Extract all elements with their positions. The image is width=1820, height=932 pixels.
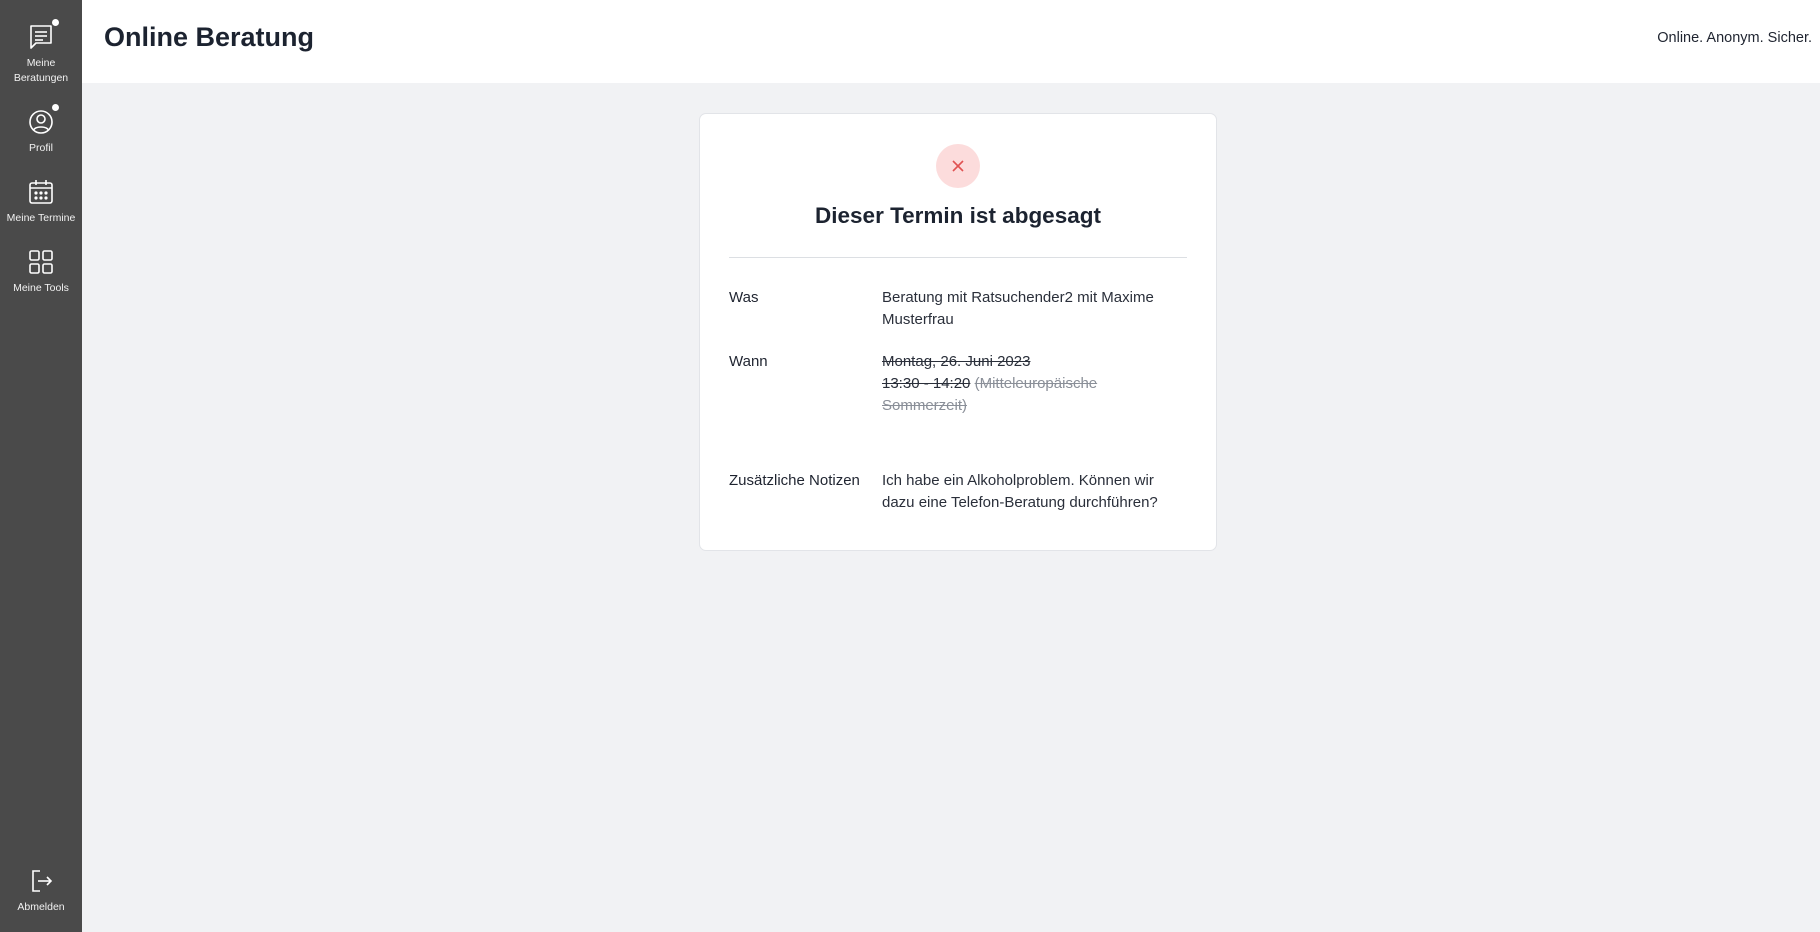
notification-dot bbox=[52, 104, 59, 111]
sidebar-item-label: Profil bbox=[29, 142, 53, 154]
sidebar-item-label: Beratungen bbox=[13, 72, 69, 84]
sidebar-item-meine-termine[interactable]: Meine Termine bbox=[0, 177, 82, 226]
appointment-card: Dieser Termin ist abgesagt Was Beratung … bbox=[699, 113, 1217, 551]
sidebar-item-meine-beratungen[interactable]: Meine Beratungen bbox=[0, 19, 82, 86]
notes-value: Ich habe ein Alkoholproblem. Können wir … bbox=[882, 472, 1158, 511]
sidebar: Meine Beratungen Profil Meine Termine Me… bbox=[0, 0, 82, 932]
when-label: Wann bbox=[729, 353, 768, 370]
calendar-icon bbox=[26, 177, 56, 207]
when-value: Montag, 26. Juni 2023 13:30 - 14:20 (Mit… bbox=[882, 351, 1182, 417]
when-date: Montag, 26. Juni 2023 bbox=[882, 353, 1031, 370]
user-circle-icon bbox=[26, 104, 59, 137]
sidebar-item-label: Meine Tools bbox=[13, 282, 69, 294]
chat-list-icon bbox=[26, 19, 59, 52]
notes-label: Zusätzliche Notizen bbox=[729, 472, 860, 489]
cancelled-status-badge bbox=[936, 144, 980, 188]
logout-icon bbox=[26, 866, 56, 896]
header-claim: Online. Anonym. Sicher. bbox=[1657, 30, 1812, 46]
divider bbox=[729, 257, 1187, 258]
appointment-heading: Dieser Termin ist abgesagt bbox=[815, 203, 1101, 228]
what-value: Beratung mit Ratsuchender2 mit Maxime Mu… bbox=[882, 289, 1154, 328]
when-time: 13:30 - 14:20 bbox=[882, 375, 971, 392]
header: Online Beratung Online. Anonym. Sicher. bbox=[82, 0, 1820, 83]
sidebar-item-label: Meine Termine bbox=[6, 212, 76, 224]
notification-dot bbox=[52, 19, 59, 26]
what-label: Was bbox=[729, 289, 759, 306]
sidebar-item-meine-tools[interactable]: Meine Tools bbox=[0, 247, 82, 296]
page-title: Online Beratung bbox=[104, 22, 315, 52]
sidebar-item-label: Meine bbox=[26, 57, 56, 69]
close-icon bbox=[952, 160, 964, 172]
sidebar-item-profil[interactable]: Profil bbox=[0, 104, 82, 156]
logout-label: Abmelden bbox=[17, 901, 65, 913]
grid-icon bbox=[26, 247, 56, 277]
logout-button[interactable]: Abmelden bbox=[0, 866, 82, 915]
